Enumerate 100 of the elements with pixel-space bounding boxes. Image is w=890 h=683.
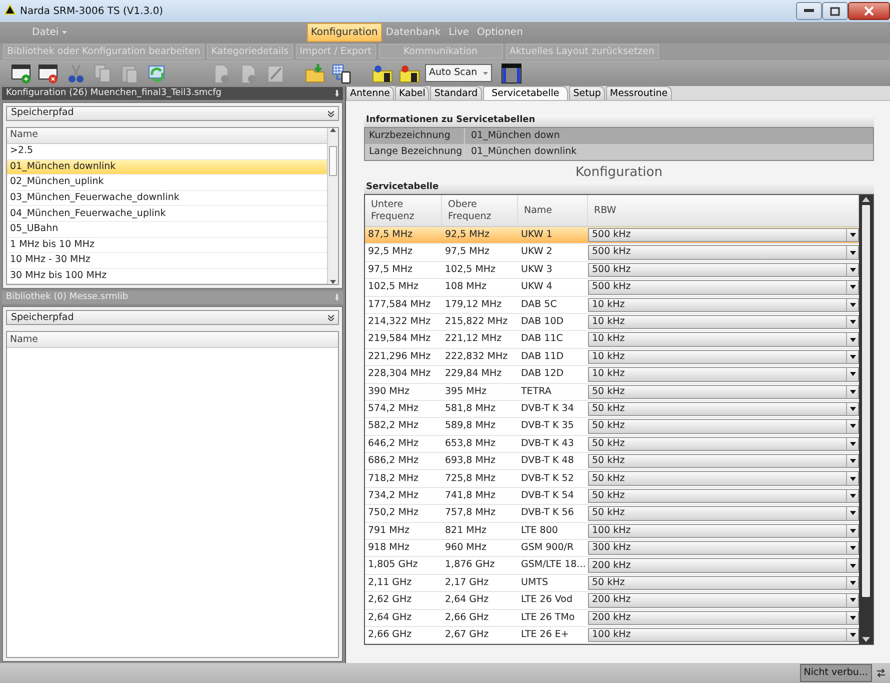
column-header[interactable]: Name (518, 195, 588, 226)
table-cell-text: 2,66 GHz (367, 628, 413, 642)
tab[interactable]: Servicetabelle (482, 86, 568, 100)
rbw-dropdown[interactable]: 300 kHz (588, 541, 859, 556)
table-cell-text: 582,2 MHz (367, 419, 420, 434)
rbw-dropdown[interactable]: 50 kHz (588, 471, 859, 486)
rbw-dropdown[interactable]: 50 kHz (588, 576, 859, 590)
scroll-up-icon[interactable] (330, 128, 336, 132)
column-header[interactable]: Obere Frequenz (442, 195, 518, 226)
rbw-dropdown[interactable]: 200 kHz (588, 558, 859, 573)
layout-icon[interactable] (500, 62, 522, 84)
list-item[interactable]: 02_München_uplink (7, 175, 327, 191)
table-cell-text: 390 MHz (367, 384, 410, 399)
table-cell-text: 2,17 GHz (444, 576, 490, 590)
rbw-dropdown[interactable]: 50 kHz (588, 454, 859, 468)
rbw-dropdown[interactable]: 100 kHz (588, 524, 859, 538)
list-item[interactable]: 01_München downlink (7, 160, 327, 176)
column-header[interactable]: Name (7, 332, 338, 348)
caret-icon (850, 268, 856, 272)
caret-icon (62, 30, 67, 34)
window-remove-icon[interactable] (38, 62, 58, 84)
maximize-button[interactable] (822, 2, 848, 20)
rbw-dropdown[interactable]: 500 kHz (588, 228, 859, 242)
column-header[interactable]: Untere Frequenz (365, 195, 442, 226)
tab[interactable]: Setup (569, 86, 605, 100)
menu-tab[interactable]: Konfiguration (306, 23, 382, 42)
table-cell-text: 960 MHz (444, 541, 488, 556)
rbw-dropdown[interactable]: 200 kHz (588, 593, 859, 608)
grid-device-icon[interactable] (330, 62, 352, 84)
table-cell-text: 589,8 MHz (444, 419, 497, 434)
caret-icon (850, 633, 856, 638)
list-item[interactable]: 30 MHz bis 100 MHz (7, 268, 327, 284)
table-cell-text: 97,5 MHz (444, 245, 490, 260)
rbw-dropdown[interactable]: 200 kHz (588, 610, 859, 625)
section-title: Konfiguration (574, 165, 664, 181)
table-cell-text: 92,5 MHz (444, 228, 490, 242)
rbw-dropdown[interactable]: 10 kHz (588, 314, 859, 330)
tab[interactable]: Kabel (394, 86, 430, 100)
field-label: Lange Bezeichnung (365, 144, 465, 160)
connection-icon[interactable] (876, 668, 886, 678)
scroll-up-icon[interactable] (862, 197, 870, 202)
rbw-dropdown[interactable]: 500 kHz (588, 280, 859, 295)
rbw-dropdown[interactable]: 50 kHz (588, 488, 859, 504)
table-cell-text: 734,2 MHz (367, 488, 420, 503)
table-cell-text: 2,66 GHz (444, 610, 490, 625)
caret-icon (850, 372, 856, 376)
rbw-dropdown[interactable]: 50 kHz (588, 384, 859, 399)
auto-scan-dropdown[interactable]: Auto Scan (425, 64, 492, 82)
window-add-icon[interactable] (10, 62, 32, 84)
caret-icon (850, 250, 856, 255)
tab[interactable]: Standard (430, 86, 482, 100)
table-cell-text: 581,8 MHz (444, 402, 497, 416)
caret-icon (850, 442, 856, 446)
connection-status[interactable]: Nicht verbu... (800, 664, 872, 682)
rbw-dropdown[interactable]: 10 kHz (588, 350, 859, 364)
table-cell-text: 2,11 GHz (367, 576, 413, 590)
tab[interactable]: Antenne (346, 86, 394, 100)
rbw-dropdown[interactable]: 100 kHz (588, 628, 859, 642)
close-button[interactable] (848, 2, 890, 20)
list-item[interactable]: 1 MHz bis 10 MHz (7, 238, 327, 254)
rbw-dropdown[interactable]: 500 kHz (588, 262, 859, 278)
table-cell-text: 87,5 MHz (367, 228, 414, 242)
table-cell-text: 219,584 MHz (367, 332, 432, 346)
table-cell-text: 718,2 MHz (367, 472, 420, 486)
refresh-icon[interactable] (146, 62, 166, 84)
panel-title: Konfiguration (26) Muenchen_final3_Teil3.smcfg (6, 86, 222, 100)
scroll-down-icon[interactable] (862, 637, 870, 642)
rbw-dropdown[interactable]: 50 kHz (588, 436, 859, 452)
list-item[interactable]: 03_München_Feuerwache_downlink (7, 190, 327, 206)
list-item[interactable]: 05_UBahn (7, 222, 327, 238)
caret-icon (850, 354, 856, 359)
list-item[interactable]: 10 MHz - 30 MHz (7, 253, 327, 269)
table-cell-text: DAB 5C (520, 298, 558, 312)
caret-icon (850, 390, 856, 394)
ribbon-group-label: Kommunikation (378, 44, 502, 59)
table-cell-text: 102,5 MHz (367, 280, 420, 294)
table-cell-text: DAB 12D (520, 367, 565, 382)
scrollbar-thumb[interactable] (329, 146, 337, 176)
path-dropdown[interactable]: Speicherpfad (6, 310, 339, 326)
caret-icon (850, 564, 856, 568)
rbw-dropdown[interactable]: 50 kHz (588, 506, 859, 521)
rbw-dropdown[interactable]: 50 kHz (588, 402, 859, 416)
rbw-dropdown[interactable]: 10 kHz (588, 367, 859, 382)
rbw-dropdown[interactable]: 10 kHz (588, 298, 859, 312)
scrollbar-thumb[interactable] (862, 205, 870, 598)
table-cell-text: 2,64 GHz (367, 610, 413, 625)
minimize-button[interactable] (796, 2, 822, 20)
caret-icon (850, 616, 856, 620)
table-cell-text: DAB 11D (520, 350, 565, 364)
rbw-dropdown[interactable]: 500 kHz (588, 245, 859, 260)
column-header[interactable]: Name (7, 128, 327, 144)
rbw-dropdown[interactable]: 10 kHz (588, 332, 859, 347)
rbw-dropdown[interactable]: 50 kHz (588, 419, 859, 434)
scroll-down-icon[interactable] (330, 280, 336, 284)
table-cell-text: GSM 900/R (520, 541, 575, 556)
table-cell-text: 741,8 MHz (444, 488, 497, 503)
tab[interactable]: Messroutine (606, 86, 672, 100)
path-dropdown[interactable]: Speicherpfad (6, 106, 339, 121)
list-item[interactable]: 04_München_Feuerwache_uplink (7, 206, 327, 222)
table-cell-text: TETRA (520, 384, 552, 399)
